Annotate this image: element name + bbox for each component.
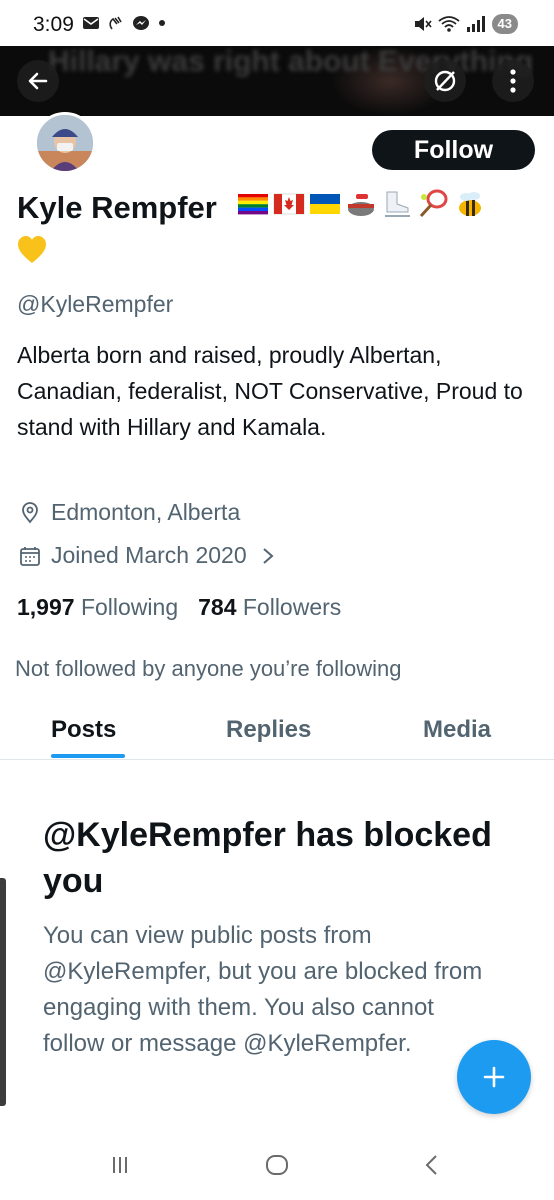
battery-indicator: 43 [491, 14, 518, 34]
rainbow-flag-icon [238, 194, 268, 215]
recents-button[interactable] [100, 1150, 140, 1180]
status-bar: 3:09 43 [0, 0, 554, 46]
blocked-title: @KyleRempfer has blocked you [43, 816, 492, 900]
blocked-body: You can view public posts from @KyleRemp… [43, 922, 483, 1057]
following-label: Following [80, 594, 179, 620]
follow-button[interactable]: Follow [372, 130, 535, 170]
avatar-photo [37, 115, 93, 171]
back-arrow-icon [28, 72, 48, 90]
mail-icon [83, 17, 99, 29]
status-time: 3:09 [33, 13, 74, 36]
grok-button[interactable] [424, 60, 466, 102]
notification-icons [82, 15, 175, 31]
ukraine-flag-icon [310, 194, 340, 214]
followers-link[interactable]: 784 Followers [198, 594, 341, 620]
dot-icon [159, 20, 165, 26]
display-name: Kyle Rempfer [17, 190, 217, 225]
compose-post-button[interactable] [457, 1040, 531, 1114]
more-options-button[interactable] [492, 60, 534, 102]
avatar[interactable] [34, 112, 96, 174]
tab-media[interactable]: Media [423, 716, 491, 744]
system-status-icons: 43 [412, 14, 518, 34]
yellow-heart-icon [18, 236, 46, 263]
nav-back-button[interactable] [412, 1150, 452, 1180]
profile-bio: Alberta born and raised, proudly Alberta… [17, 342, 523, 440]
home-button[interactable] [257, 1150, 297, 1180]
location-text: Edmonton, Alberta [51, 499, 241, 525]
tab-posts[interactable]: Posts [51, 716, 116, 744]
wave-hand-icon [109, 16, 122, 30]
following-count: 1,997 [17, 594, 75, 620]
tab-replies[interactable]: Replies [226, 716, 311, 744]
canada-flag-icon [273, 193, 305, 215]
followers-label: Followers [242, 594, 342, 620]
not-followed-notice: Not followed by anyone you’re following [15, 656, 402, 681]
tennis-racket-icon [419, 189, 448, 218]
grok-icon [434, 70, 456, 92]
honeybee-icon [459, 192, 481, 216]
location-row: Edmonton, Alberta [19, 499, 240, 526]
home-icon [266, 1155, 288, 1175]
curling-stone-icon [348, 194, 374, 216]
location-pin-icon [22, 501, 38, 523]
calendar-icon [20, 546, 40, 566]
joined-row[interactable]: Joined March 2020 [19, 542, 275, 569]
back-button[interactable] [17, 60, 59, 102]
mute-icon [414, 17, 432, 31]
profile-tabs: Posts Replies Media [0, 712, 554, 760]
messenger-icon [133, 16, 149, 30]
ice-skate-icon [385, 191, 410, 217]
profile-banner: Hillary was right about Everything [0, 46, 554, 116]
joined-text: Joined March 2020 [51, 542, 247, 568]
recents-icon [113, 1157, 127, 1173]
profile-handle: @KyleRempfer [17, 291, 174, 317]
wifi-icon [437, 16, 460, 32]
name-emoji-row [237, 188, 485, 220]
system-nav-bar [0, 1128, 554, 1200]
more-vertical-icon [510, 69, 516, 93]
plus-icon [483, 1066, 505, 1088]
edge-panel-handle[interactable] [0, 878, 6, 1106]
chevron-right-icon [262, 547, 274, 564]
selected-tab-indicator [51, 754, 125, 758]
back-chevron-icon [425, 1155, 437, 1175]
followers-count: 784 [198, 594, 237, 620]
following-link[interactable]: 1,997 Following [17, 594, 178, 620]
follow-stats: 1,997 Following 784 Followers [17, 594, 341, 621]
signal-icon [466, 16, 485, 32]
heart-row [16, 234, 48, 271]
